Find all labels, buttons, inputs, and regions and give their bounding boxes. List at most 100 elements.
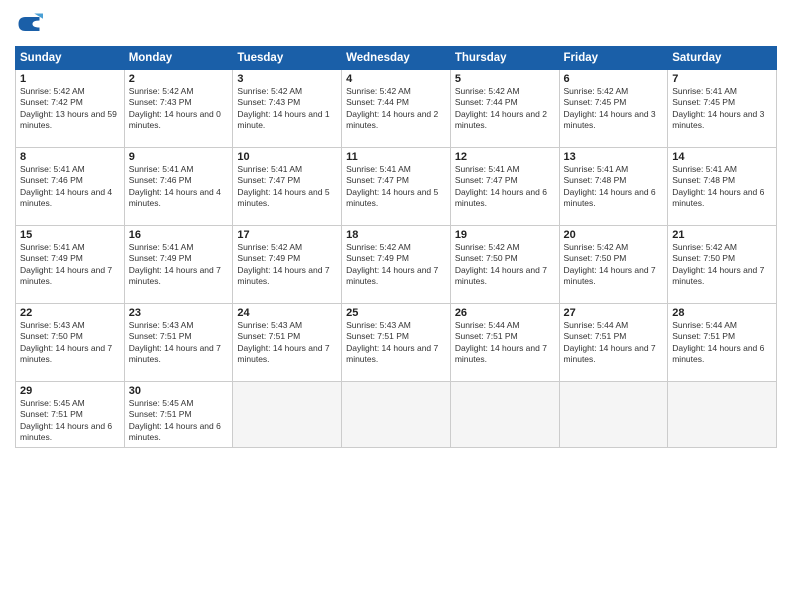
day-info: Sunrise: 5:42 AMSunset: 7:44 PMDaylight:…: [455, 86, 555, 132]
day-number: 28: [672, 307, 772, 319]
day-number: 4: [346, 73, 446, 85]
calendar-day-cell: 10 Sunrise: 5:41 AMSunset: 7:47 PMDaylig…: [233, 148, 342, 226]
day-number: 1: [20, 73, 120, 85]
calendar-day-cell: 18 Sunrise: 5:42 AMSunset: 7:49 PMDaylig…: [342, 226, 451, 304]
calendar-day-cell: 22 Sunrise: 5:43 AMSunset: 7:50 PMDaylig…: [16, 304, 125, 382]
day-info: Sunrise: 5:42 AMSunset: 7:43 PMDaylight:…: [237, 86, 337, 132]
calendar-day-cell: 4 Sunrise: 5:42 AMSunset: 7:44 PMDayligh…: [342, 70, 451, 148]
calendar-week-row: 15 Sunrise: 5:41 AMSunset: 7:49 PMDaylig…: [16, 226, 777, 304]
header: [15, 10, 777, 38]
calendar-day-cell: [233, 382, 342, 448]
calendar-day-cell: 24 Sunrise: 5:43 AMSunset: 7:51 PMDaylig…: [233, 304, 342, 382]
calendar-table: SundayMondayTuesdayWednesdayThursdayFrid…: [15, 46, 777, 448]
calendar-day-cell: 12 Sunrise: 5:41 AMSunset: 7:47 PMDaylig…: [450, 148, 559, 226]
day-info: Sunrise: 5:41 AMSunset: 7:47 PMDaylight:…: [237, 164, 337, 210]
day-info: Sunrise: 5:43 AMSunset: 7:51 PMDaylight:…: [237, 320, 337, 366]
calendar-day-cell: 5 Sunrise: 5:42 AMSunset: 7:44 PMDayligh…: [450, 70, 559, 148]
weekday-header: Friday: [559, 47, 668, 70]
day-info: Sunrise: 5:41 AMSunset: 7:46 PMDaylight:…: [20, 164, 120, 210]
weekday-header: Tuesday: [233, 47, 342, 70]
day-info: Sunrise: 5:42 AMSunset: 7:49 PMDaylight:…: [346, 242, 446, 288]
day-number: 20: [564, 229, 664, 241]
day-number: 10: [237, 151, 337, 163]
day-number: 13: [564, 151, 664, 163]
calendar-day-cell: [450, 382, 559, 448]
calendar-day-cell: 20 Sunrise: 5:42 AMSunset: 7:50 PMDaylig…: [559, 226, 668, 304]
day-number: 25: [346, 307, 446, 319]
day-number: 17: [237, 229, 337, 241]
calendar-week-row: 29 Sunrise: 5:45 AMSunset: 7:51 PMDaylig…: [16, 382, 777, 448]
day-info: Sunrise: 5:43 AMSunset: 7:51 PMDaylight:…: [346, 320, 446, 366]
day-info: Sunrise: 5:44 AMSunset: 7:51 PMDaylight:…: [564, 320, 664, 366]
day-number: 14: [672, 151, 772, 163]
calendar-day-cell: 8 Sunrise: 5:41 AMSunset: 7:46 PMDayligh…: [16, 148, 125, 226]
day-number: 2: [129, 73, 229, 85]
calendar-day-cell: 29 Sunrise: 5:45 AMSunset: 7:51 PMDaylig…: [16, 382, 125, 448]
calendar-day-cell: 26 Sunrise: 5:44 AMSunset: 7:51 PMDaylig…: [450, 304, 559, 382]
day-number: 9: [129, 151, 229, 163]
calendar-week-row: 22 Sunrise: 5:43 AMSunset: 7:50 PMDaylig…: [16, 304, 777, 382]
day-number: 3: [237, 73, 337, 85]
day-info: Sunrise: 5:42 AMSunset: 7:50 PMDaylight:…: [455, 242, 555, 288]
day-info: Sunrise: 5:44 AMSunset: 7:51 PMDaylight:…: [672, 320, 772, 366]
day-info: Sunrise: 5:41 AMSunset: 7:45 PMDaylight:…: [672, 86, 772, 132]
day-info: Sunrise: 5:42 AMSunset: 7:44 PMDaylight:…: [346, 86, 446, 132]
day-info: Sunrise: 5:42 AMSunset: 7:50 PMDaylight:…: [672, 242, 772, 288]
calendar-day-cell: 27 Sunrise: 5:44 AMSunset: 7:51 PMDaylig…: [559, 304, 668, 382]
calendar-day-cell: 30 Sunrise: 5:45 AMSunset: 7:51 PMDaylig…: [124, 382, 233, 448]
calendar-day-cell: 7 Sunrise: 5:41 AMSunset: 7:45 PMDayligh…: [668, 70, 777, 148]
logo: [15, 10, 47, 38]
weekday-header: Thursday: [450, 47, 559, 70]
calendar-day-cell: 23 Sunrise: 5:43 AMSunset: 7:51 PMDaylig…: [124, 304, 233, 382]
calendar-week-row: 8 Sunrise: 5:41 AMSunset: 7:46 PMDayligh…: [16, 148, 777, 226]
calendar-day-cell: 14 Sunrise: 5:41 AMSunset: 7:48 PMDaylig…: [668, 148, 777, 226]
day-info: Sunrise: 5:42 AMSunset: 7:50 PMDaylight:…: [564, 242, 664, 288]
day-info: Sunrise: 5:41 AMSunset: 7:47 PMDaylight:…: [455, 164, 555, 210]
day-number: 5: [455, 73, 555, 85]
day-number: 7: [672, 73, 772, 85]
calendar-day-cell: 15 Sunrise: 5:41 AMSunset: 7:49 PMDaylig…: [16, 226, 125, 304]
calendar-day-cell: [668, 382, 777, 448]
calendar-day-cell: 21 Sunrise: 5:42 AMSunset: 7:50 PMDaylig…: [668, 226, 777, 304]
day-info: Sunrise: 5:41 AMSunset: 7:48 PMDaylight:…: [564, 164, 664, 210]
calendar-day-cell: [342, 382, 451, 448]
day-info: Sunrise: 5:41 AMSunset: 7:48 PMDaylight:…: [672, 164, 772, 210]
day-number: 8: [20, 151, 120, 163]
calendar-day-cell: 3 Sunrise: 5:42 AMSunset: 7:43 PMDayligh…: [233, 70, 342, 148]
calendar-day-cell: 19 Sunrise: 5:42 AMSunset: 7:50 PMDaylig…: [450, 226, 559, 304]
calendar-day-cell: 13 Sunrise: 5:41 AMSunset: 7:48 PMDaylig…: [559, 148, 668, 226]
calendar-day-cell: 9 Sunrise: 5:41 AMSunset: 7:46 PMDayligh…: [124, 148, 233, 226]
weekday-header: Monday: [124, 47, 233, 70]
calendar-day-cell: 2 Sunrise: 5:42 AMSunset: 7:43 PMDayligh…: [124, 70, 233, 148]
calendar-day-cell: 11 Sunrise: 5:41 AMSunset: 7:47 PMDaylig…: [342, 148, 451, 226]
calendar-week-row: 1 Sunrise: 5:42 AMSunset: 7:42 PMDayligh…: [16, 70, 777, 148]
day-number: 24: [237, 307, 337, 319]
calendar-day-cell: [559, 382, 668, 448]
day-info: Sunrise: 5:44 AMSunset: 7:51 PMDaylight:…: [455, 320, 555, 366]
day-info: Sunrise: 5:42 AMSunset: 7:45 PMDaylight:…: [564, 86, 664, 132]
page: SundayMondayTuesdayWednesdayThursdayFrid…: [0, 0, 792, 612]
day-info: Sunrise: 5:41 AMSunset: 7:46 PMDaylight:…: [129, 164, 229, 210]
day-info: Sunrise: 5:42 AMSunset: 7:42 PMDaylight:…: [20, 86, 120, 132]
day-number: 29: [20, 385, 120, 397]
day-number: 22: [20, 307, 120, 319]
day-info: Sunrise: 5:41 AMSunset: 7:49 PMDaylight:…: [20, 242, 120, 288]
day-number: 23: [129, 307, 229, 319]
day-number: 18: [346, 229, 446, 241]
day-number: 12: [455, 151, 555, 163]
day-info: Sunrise: 5:42 AMSunset: 7:49 PMDaylight:…: [237, 242, 337, 288]
day-number: 19: [455, 229, 555, 241]
weekday-header-row: SundayMondayTuesdayWednesdayThursdayFrid…: [16, 47, 777, 70]
day-number: 26: [455, 307, 555, 319]
day-number: 16: [129, 229, 229, 241]
day-number: 21: [672, 229, 772, 241]
calendar-day-cell: 28 Sunrise: 5:44 AMSunset: 7:51 PMDaylig…: [668, 304, 777, 382]
weekday-header: Sunday: [16, 47, 125, 70]
day-info: Sunrise: 5:45 AMSunset: 7:51 PMDaylight:…: [129, 398, 229, 444]
day-info: Sunrise: 5:43 AMSunset: 7:50 PMDaylight:…: [20, 320, 120, 366]
day-info: Sunrise: 5:41 AMSunset: 7:49 PMDaylight:…: [129, 242, 229, 288]
calendar-day-cell: 17 Sunrise: 5:42 AMSunset: 7:49 PMDaylig…: [233, 226, 342, 304]
day-info: Sunrise: 5:45 AMSunset: 7:51 PMDaylight:…: [20, 398, 120, 444]
day-info: Sunrise: 5:42 AMSunset: 7:43 PMDaylight:…: [129, 86, 229, 132]
weekday-header: Saturday: [668, 47, 777, 70]
